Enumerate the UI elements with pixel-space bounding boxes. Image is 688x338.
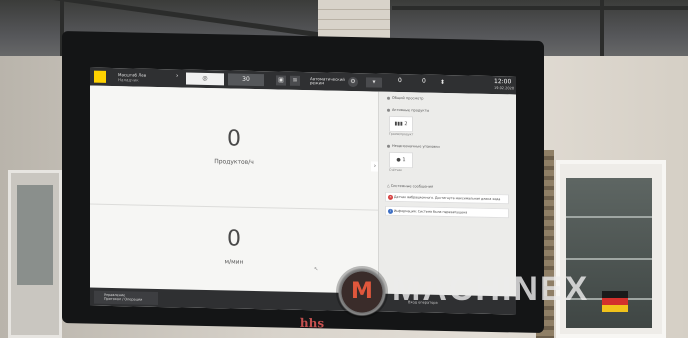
- reel-icon: ●: [396, 156, 401, 164]
- doc-icon[interactable]: ▣: [276, 75, 286, 86]
- panel-divider: [90, 203, 378, 211]
- ceiling-beam: [600, 0, 604, 60]
- monitor-brand-logo: hhs: [299, 315, 325, 331]
- clock-time: 12:00: [494, 78, 512, 86]
- component-caption: Счётчик: [389, 167, 402, 173]
- left-door: [8, 170, 62, 338]
- settings-icon[interactable]: ⚙: [348, 76, 358, 88]
- side-panel: Общий просмотр Активные продукты ▮▮▮ 2 Г…: [378, 91, 516, 297]
- component-value: 1: [402, 157, 406, 164]
- barcode-icon: ▮▮▮: [394, 120, 403, 128]
- component-card[interactable]: ● 1: [389, 151, 413, 169]
- menu-icon[interactable]: ⬍: [440, 79, 445, 86]
- logo-icon: [94, 70, 106, 83]
- section-general[interactable]: Общий просмотр: [387, 96, 424, 101]
- camera-tab[interactable]: ◎: [186, 72, 224, 86]
- production-panel: 0 Продуктов/ч 0 м/мин ↖: [90, 85, 378, 294]
- layers-icon[interactable]: ≡: [290, 75, 300, 86]
- mode-status: Автоматический режим: [310, 76, 345, 86]
- section-components: Неоднозначные упаковки: [387, 144, 440, 149]
- counter-left: 0: [398, 76, 402, 85]
- operations-button[interactable]: Управление Протокол / Операции: [94, 290, 158, 305]
- chevron-right-icon[interactable]: ›: [176, 72, 178, 79]
- user-role: Наладчик: [118, 77, 139, 83]
- ceiling-beam: [392, 6, 688, 10]
- product-value: 2: [404, 121, 408, 128]
- message-item[interactable]: i Информация: Система была перезапущена: [385, 205, 509, 219]
- value-tab[interactable]: 30: [228, 73, 264, 87]
- camera-icon: ◎: [202, 74, 208, 83]
- product-caption: Грамм/продукт: [389, 131, 414, 137]
- ceiling-beam: [1, 0, 319, 38]
- products-per-hour-unit: Продуктов/ч: [214, 158, 254, 166]
- watermark-text: MACHINEX: [392, 270, 590, 308]
- section-messages: △ Системные сообщения: [387, 183, 434, 189]
- clock-date: 19.02.2020: [494, 86, 515, 91]
- speed-unit: м/мин: [224, 258, 244, 266]
- speed-value: 0: [227, 226, 241, 252]
- watermark-logo: M: [336, 266, 388, 318]
- product-card[interactable]: ▮▮▮ 2: [389, 115, 413, 133]
- mouse-cursor-icon: ↖: [314, 266, 319, 273]
- section-products: Активные продукты: [387, 108, 429, 113]
- wrench-icon[interactable]: ▾: [366, 77, 382, 88]
- counter-right: 0: [422, 77, 426, 85]
- products-per-hour-value: 0: [227, 126, 241, 152]
- german-flag-icon: [602, 291, 628, 313]
- info-icon: i: [388, 208, 393, 214]
- error-icon: ×: [388, 194, 393, 200]
- message-item[interactable]: × Датчик вибрационного. Достигнута макси…: [385, 191, 509, 205]
